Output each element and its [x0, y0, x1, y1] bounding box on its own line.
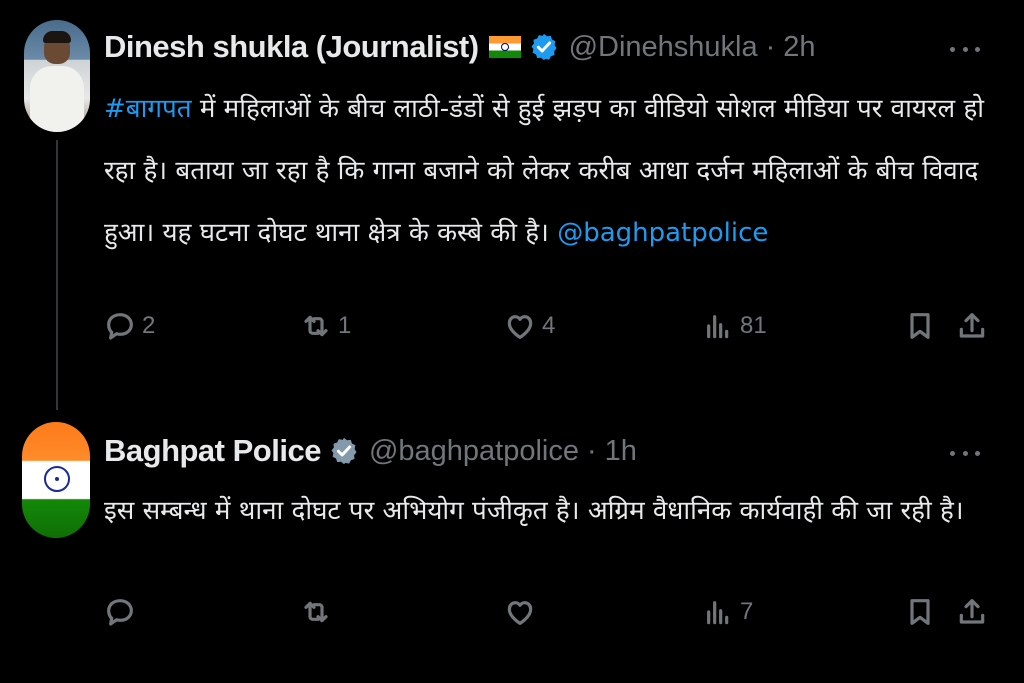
timestamp[interactable]: 2h	[783, 31, 815, 64]
avatar-hair	[43, 31, 71, 43]
author-name[interactable]: Baghpat Police	[104, 433, 321, 469]
tweet-text: #बागपत में महिलाओं के बीच लाठी-डंडों से …	[104, 78, 1004, 264]
heart-icon	[507, 601, 533, 625]
retweet-count: 1	[338, 312, 352, 339]
views-count: 81	[740, 312, 767, 339]
reply-icon	[107, 313, 133, 340]
views-chart-icon	[707, 315, 729, 339]
verified-badge-icon[interactable]	[529, 32, 559, 62]
author-name[interactable]: Dinesh shukla (Journalist)	[104, 29, 479, 65]
more-options-icon[interactable]	[950, 44, 980, 54]
share-button[interactable]	[956, 592, 988, 632]
tweet-header: Baghpat Police @baghpatpolice · 1h	[104, 426, 637, 476]
ashoka-chakra-icon	[44, 466, 70, 492]
author-handle[interactable]: @baghpatpolice	[369, 435, 579, 468]
thread-connector-line	[56, 140, 58, 410]
tweet-header: Dinesh shukla (Journalist) @Dinehshukla …	[104, 22, 816, 72]
separator-dot: ·	[765, 30, 776, 63]
india-flag-icon	[488, 36, 521, 58]
author-handle[interactable]: @Dinehshukla	[569, 31, 758, 64]
avatar[interactable]	[24, 20, 90, 132]
reply-button[interactable]	[104, 592, 142, 632]
hashtag-link[interactable]: #बागपत	[104, 94, 192, 124]
verified-badge-icon[interactable]	[329, 436, 359, 466]
retweet-button[interactable]	[300, 592, 338, 632]
tweet-actions: 7	[104, 592, 994, 632]
share-icon	[959, 313, 985, 338]
tweet-text: इस सम्बन्ध में थाना दोघट पर अभियोग पंजीक…	[104, 496, 964, 526]
avatar[interactable]	[22, 422, 90, 538]
retweet-icon	[304, 315, 328, 337]
tweet-actions: 2 1 4 81	[104, 306, 994, 346]
like-count: 4	[542, 312, 556, 339]
bookmark-button[interactable]	[904, 592, 936, 632]
thread-view: Dinesh shukla (Journalist) @Dinehshukla …	[0, 0, 1024, 683]
views-button[interactable]: 7	[702, 592, 753, 632]
mention-link[interactable]: @baghpatpolice	[557, 218, 768, 248]
timestamp[interactable]: 1h	[605, 435, 637, 468]
tweet-text-content: में महिलाओं के बीच लाठी-डंडों से हुई झड़…	[104, 94, 984, 248]
views-count: 7	[740, 598, 754, 625]
retweet-button[interactable]: 1	[300, 306, 351, 346]
bookmark-icon	[910, 599, 930, 625]
reply-icon	[107, 599, 133, 626]
heart-icon	[507, 315, 533, 339]
share-icon	[959, 599, 985, 624]
avatar-body	[30, 66, 84, 132]
retweet-icon	[304, 601, 328, 623]
views-chart-icon	[707, 601, 729, 625]
bookmark-icon	[910, 313, 930, 339]
reply-count: 2	[142, 312, 156, 339]
bookmark-button[interactable]	[904, 306, 936, 346]
share-button[interactable]	[956, 306, 988, 346]
like-button[interactable]: 4	[504, 306, 555, 346]
views-button[interactable]: 81	[702, 306, 767, 346]
like-button[interactable]	[504, 592, 542, 632]
more-options-icon[interactable]	[950, 448, 980, 458]
reply-button[interactable]: 2	[104, 306, 155, 346]
separator-dot: ·	[586, 434, 597, 467]
